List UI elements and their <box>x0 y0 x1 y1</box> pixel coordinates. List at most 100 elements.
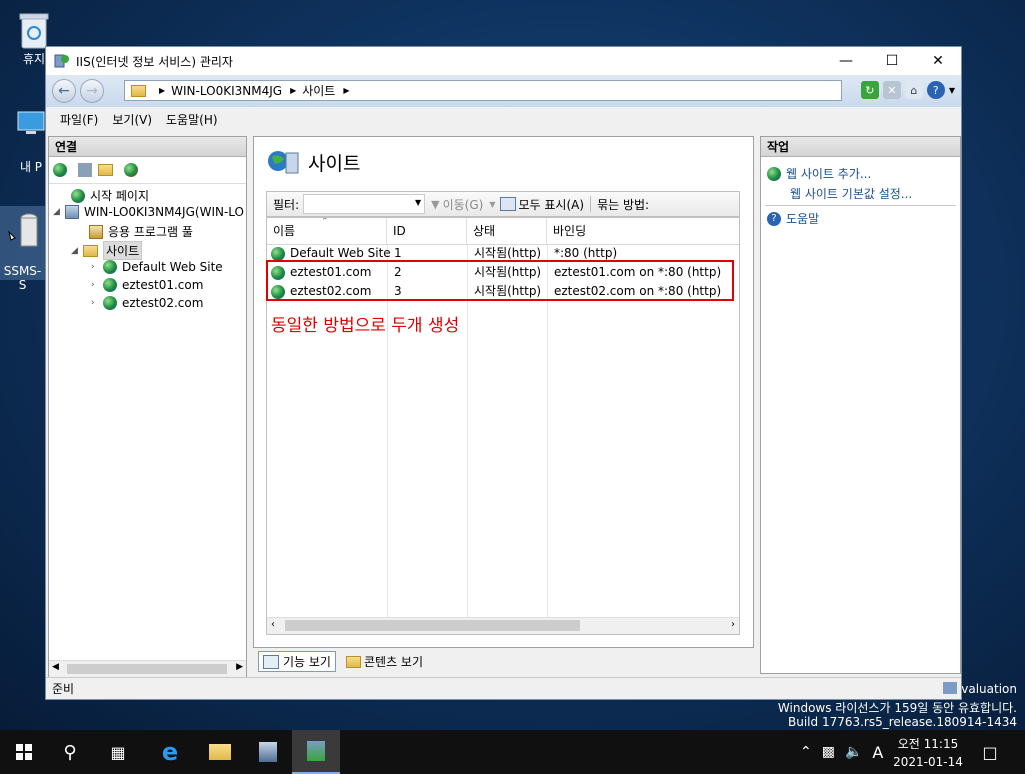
tab-features-label: 기능 보기 <box>283 655 331 669</box>
content-panel: 사이트 필터: ▼ ▼ 이동(G) ▼ 모두 표시(A) 묶는 방법: 이름 ⌃… <box>253 136 754 648</box>
up-folder-icon[interactable] <box>98 164 113 176</box>
help-dropdown-icon[interactable]: ▼ <box>949 86 955 95</box>
stop-icon[interactable]: ✕ <box>882 81 901 99</box>
annotation-text: 동일한 방법으로 두개 생성 <box>271 316 460 336</box>
breadcrumb[interactable]: ▶ WIN-LO0KI3NM4JG ▶ 사이트 ▶ <box>124 80 842 101</box>
tree-start-page[interactable]: 시작 페이지 <box>59 187 149 204</box>
filter-dropdown-icon[interactable]: ▼ <box>415 198 421 207</box>
menu-file[interactable]: 파일(F) <box>60 111 98 128</box>
iis-manager-window: IIS(인터넷 정보 서비스) 관리자 — ☐ ✕ ← → ▶ WIN-LO0K… <box>45 46 962 700</box>
back-arrow-icon: ← <box>58 83 70 99</box>
ssms-shortcut-icon[interactable]: SSMS-S <box>0 206 45 292</box>
refresh-icon[interactable]: ↻ <box>860 81 879 99</box>
ssms-label: SSMS-S <box>3 264 42 292</box>
this-pc-icon[interactable]: 내 P <box>16 110 46 175</box>
site-defaults-label: 웹 사이트 기본값 설정... <box>790 187 913 201</box>
group-by-label[interactable]: 묶는 방법: <box>597 196 649 213</box>
title-bar[interactable]: IIS(인터넷 정보 서비스) 관리자 — ☐ ✕ <box>46 47 961 75</box>
close-button[interactable]: ✕ <box>915 47 961 75</box>
column-header-status[interactable]: 상태 <box>467 218 547 244</box>
tree-server-label: WIN-LO0KI3NM4JG(WIN-LO <box>84 205 244 219</box>
volume-muted-icon[interactable]: 🔈 <box>845 744 862 760</box>
connections-hscrollbar[interactable]: ◀ ▶ <box>49 660 246 677</box>
connections-panel: 연결 시작 페이지 ◢ WIN-LO0KI3NM4JG(WIN-LO 응용 프로… <box>48 136 247 678</box>
windows-logo-icon <box>16 744 32 760</box>
notifications-icon[interactable]: □ <box>966 730 1014 774</box>
tree-site-label: Default Web Site <box>122 260 223 274</box>
column-header-binding[interactable]: 바인딩 <box>547 218 739 244</box>
breadcrumb-server[interactable]: WIN-LO0KI3NM4JG <box>171 84 282 98</box>
tree-site-eztest01[interactable]: › eztest01.com <box>91 278 203 292</box>
task-view-icon[interactable]: ▦ <box>94 730 142 774</box>
help-icon[interactable]: ? <box>926 81 945 99</box>
column-header-name[interactable]: 이름 ⌃ <box>267 218 387 244</box>
tray-chevron-icon[interactable]: ⌃ <box>800 744 812 760</box>
tab-content-view[interactable]: 콘텐츠 보기 <box>342 651 427 672</box>
breadcrumb-root-icon <box>131 84 146 97</box>
home-icon[interactable]: ⌂ <box>904 81 923 99</box>
filter-input[interactable]: ▼ <box>303 194 426 214</box>
tree-site-default[interactable]: › Default Web Site <box>91 260 223 274</box>
scroll-right-icon[interactable]: ▶ <box>236 662 243 672</box>
search-icon[interactable]: ⚲ <box>46 730 94 774</box>
collapse-icon[interactable]: ◢ <box>71 246 83 256</box>
back-button[interactable]: ← <box>52 79 76 103</box>
file-explorer-icon[interactable] <box>196 730 244 774</box>
save-icon[interactable] <box>78 163 92 177</box>
menu-view[interactable]: 보기(V) <box>112 111 152 128</box>
table-hscrollbar[interactable]: ‹ › <box>267 617 739 634</box>
add-website-action[interactable]: 웹 사이트 추가... <box>767 165 871 182</box>
annotation-highlight-box <box>266 260 734 301</box>
forward-arrow-icon: → <box>86 83 98 99</box>
tree-server[interactable]: ◢ WIN-LO0KI3NM4JG(WIN-LO <box>53 205 246 219</box>
start-button[interactable] <box>0 730 48 774</box>
collapse-icon[interactable]: ◢ <box>53 207 65 217</box>
tree-site-eztest02[interactable]: › eztest02.com <box>91 296 203 310</box>
tree-sites[interactable]: ◢ 사이트 <box>71 241 143 260</box>
tree-site-label: eztest01.com <box>122 278 204 292</box>
scroll-thumb[interactable] <box>67 664 227 674</box>
watermark-build: Build 17763.rs5_release.180914-1434 <box>788 715 1017 729</box>
expand-icon[interactable]: › <box>91 280 103 290</box>
scroll-left-icon[interactable]: ‹ <box>271 619 275 630</box>
scroll-right-icon[interactable]: › <box>731 619 735 630</box>
system-tray: ⌃ ▩ 🔈 A <box>800 730 883 774</box>
add-website-label: 웹 사이트 추가... <box>786 167 872 181</box>
site-defaults-action[interactable]: 웹 사이트 기본값 설정... <box>790 185 912 202</box>
maximize-button[interactable]: ☐ <box>869 47 915 75</box>
go-button[interactable]: 이동(G) <box>443 196 484 213</box>
help-action[interactable]: ? 도움말 <box>767 210 819 227</box>
server-icon <box>65 205 79 219</box>
site-globe-icon <box>103 260 117 274</box>
disconnect-icon[interactable] <box>124 163 138 177</box>
actions-header: 작업 <box>761 137 960 157</box>
go-dropdown-icon[interactable]: ▼ <box>489 200 495 209</box>
tab-features-view[interactable]: 기능 보기 <box>258 651 336 672</box>
breadcrumb-sites[interactable]: 사이트 <box>302 82 335 99</box>
connections-header: 연결 <box>49 137 246 157</box>
tree-app-pools[interactable]: 응용 프로그램 풀 <box>77 223 193 240</box>
status-text: 준비 <box>52 682 75 696</box>
expand-icon[interactable]: › <box>91 298 103 308</box>
connect-icon[interactable] <box>53 163 67 177</box>
help-circle-icon: ? <box>767 211 781 226</box>
server-manager-icon[interactable] <box>244 730 292 774</box>
forward-button[interactable]: → <box>80 79 104 103</box>
column-header-id[interactable]: ID <box>387 218 467 244</box>
separator <box>765 205 956 206</box>
watermark-edition: Evaluation <box>953 682 1017 696</box>
menu-help[interactable]: 도움말(H) <box>166 111 218 128</box>
scroll-left-icon[interactable]: ◀ <box>52 662 59 672</box>
ime-indicator[interactable]: A <box>872 743 883 762</box>
show-all-button[interactable]: 모두 표시(A) <box>519 196 585 213</box>
clock[interactable]: 오전 11:15 2021-01-14 <box>890 730 966 774</box>
minimize-button[interactable]: — <box>823 47 869 75</box>
ssms-graphic <box>7 213 37 247</box>
scroll-thumb[interactable] <box>285 620 580 631</box>
help-label: 도움말 <box>786 212 820 226</box>
network-icon[interactable]: ▩ <box>822 744 835 760</box>
filter-bar: 필터: ▼ ▼ 이동(G) ▼ 모두 표시(A) 묶는 방법: <box>266 191 740 217</box>
internet-explorer-icon[interactable]: e <box>146 730 194 774</box>
iis-manager-taskbar-icon[interactable] <box>292 730 340 774</box>
expand-icon[interactable]: › <box>91 262 103 272</box>
